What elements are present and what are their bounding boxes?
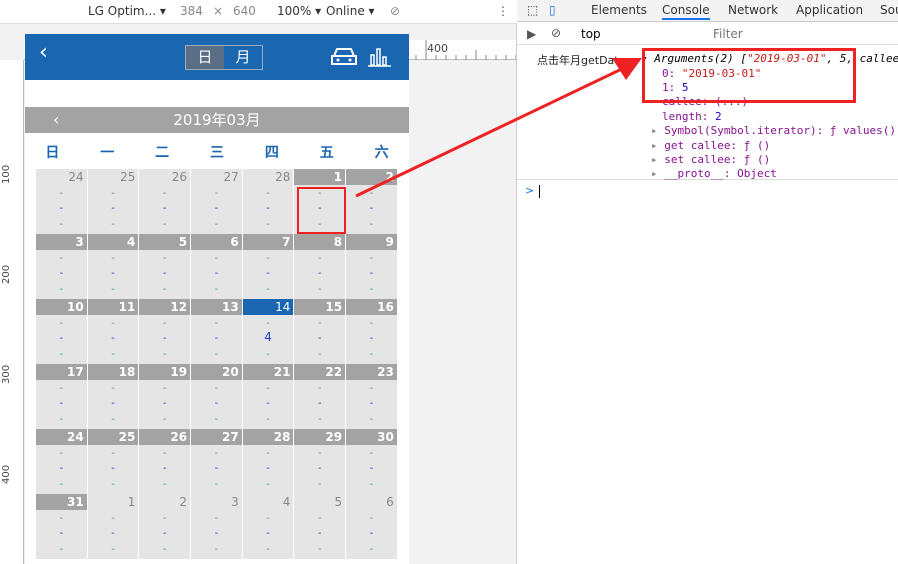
arrow-annotation bbox=[355, 58, 642, 198]
